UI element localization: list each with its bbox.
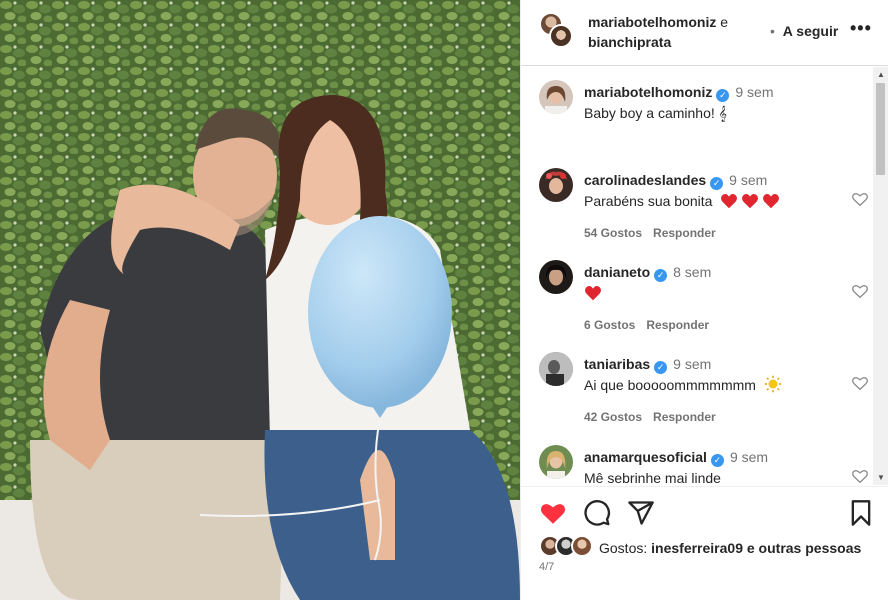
scrollbar-thumb[interactable] (876, 83, 885, 175)
comment-bubble-icon[interactable] (583, 499, 611, 527)
author-username[interactable]: mariabotelhomoniz (588, 14, 716, 30)
comment-time[interactable]: 9 sem (735, 84, 773, 100)
collab-authors: mariabotelhomoniz e bianchiprata (588, 12, 768, 52)
comment-username[interactable]: mariabotelhomoniz (584, 84, 712, 100)
likes-prefix: Gostos: (599, 540, 648, 556)
reply-button[interactable]: Responder (646, 318, 709, 332)
collab-avatars[interactable] (539, 12, 573, 50)
comment-text-content: Ai que booooommmmmmm (584, 377, 756, 393)
avatar[interactable] (549, 24, 573, 48)
comment-text: Parabéns sua bonita (584, 191, 844, 211)
comment-text: Ai que booooommmmmmm (584, 375, 844, 395)
avatar[interactable] (539, 260, 573, 294)
comment-likes[interactable]: 42 Gostos (584, 410, 642, 424)
post-side-panel: mariabotelhomoniz e bianchiprata • A seg… (520, 0, 888, 600)
liker-username[interactable]: inesferreira09 (651, 540, 743, 556)
like-comment-icon[interactable] (851, 282, 869, 300)
others-link[interactable]: e outras pessoas (747, 540, 861, 556)
red-heart-icon (763, 194, 780, 209)
red-heart-icon (585, 286, 601, 301)
carousel-position: 4/7 (539, 561, 555, 573)
red-heart-icon (742, 194, 759, 209)
comment-text (584, 283, 844, 303)
post-actions: Gostos: inesferreira09 e outras pessoas … (521, 486, 888, 600)
verified-badge-icon: ✓ (710, 454, 724, 467)
comment-username[interactable]: carolinadeslandes (584, 172, 706, 188)
comment-text-content: Parabéns sua bonita (584, 193, 713, 209)
reply-button[interactable]: Responder (653, 410, 716, 424)
liker-avatars[interactable] (539, 535, 595, 559)
comment-time[interactable]: 9 sem (673, 356, 711, 372)
avatar[interactable] (571, 535, 593, 557)
verified-badge-icon: ✓ (710, 177, 724, 190)
post-header: mariabotelhomoniz e bianchiprata • A seg… (521, 0, 888, 66)
comment-username[interactable]: danianeto (584, 264, 650, 280)
caption-text: Baby boy a caminho! 𝄞 (584, 105, 727, 121)
comment-meta: 6 Gostos Responder (584, 317, 844, 333)
verified-badge-icon: ✓ (654, 361, 668, 374)
following-button[interactable]: A seguir (783, 23, 839, 39)
comment-likes[interactable]: 54 Gostos (584, 226, 642, 240)
separator-dot: • (770, 23, 775, 39)
avatar[interactable] (539, 168, 573, 202)
like-heart-icon[interactable] (539, 499, 567, 527)
bookmark-icon[interactable] (847, 499, 875, 527)
scroll-down-icon[interactable]: ▼ (877, 473, 885, 482)
sun-emoji-icon (764, 375, 782, 393)
comment-username[interactable]: anamarquesoficial (584, 449, 707, 465)
verified-badge-icon: ✓ (654, 269, 668, 282)
post-photo[interactable] (0, 0, 520, 600)
comment-time[interactable]: 9 sem (730, 449, 768, 465)
more-options-icon[interactable]: ••• (850, 19, 871, 40)
comment-meta: 54 Gostos Responder (584, 225, 844, 241)
reply-button[interactable]: Responder (653, 226, 716, 240)
verified-badge-icon: ✓ (716, 89, 730, 102)
avatar[interactable] (539, 352, 573, 386)
author-username[interactable]: bianchiprata (588, 34, 671, 50)
comments-list[interactable]: mariabotelhomoniz ✓ 9 sem Baby boy a camin… (521, 67, 888, 485)
avatar[interactable] (539, 445, 573, 479)
red-heart-icon (721, 194, 738, 209)
comment-time[interactable]: 9 sem (729, 172, 767, 188)
comment-text: Mê sebrinhe mai linde (584, 470, 721, 485)
comment-meta: 42 Gostos Responder (584, 409, 844, 425)
comment-username[interactable]: taniaribas (584, 356, 650, 372)
comment-time[interactable]: 8 sem (673, 264, 711, 280)
avatar[interactable] (539, 80, 573, 114)
follow-status: • A seguir (770, 21, 838, 41)
comments-scrollbar[interactable]: ▲ ▼ (873, 67, 888, 485)
post-image (0, 0, 520, 600)
like-comment-icon[interactable] (851, 467, 869, 485)
likes-summary: Gostos: inesferreira09 e outras pessoas (599, 539, 861, 557)
share-send-icon[interactable] (627, 499, 655, 527)
like-comment-icon[interactable] (851, 190, 869, 208)
comment-likes[interactable]: 6 Gostos (584, 318, 635, 332)
scroll-up-icon[interactable]: ▲ (877, 70, 885, 79)
liked-by: Gostos: inesferreira09 e outras pessoas (539, 535, 879, 561)
connector-text: e (720, 14, 729, 30)
like-comment-icon[interactable] (851, 374, 869, 392)
